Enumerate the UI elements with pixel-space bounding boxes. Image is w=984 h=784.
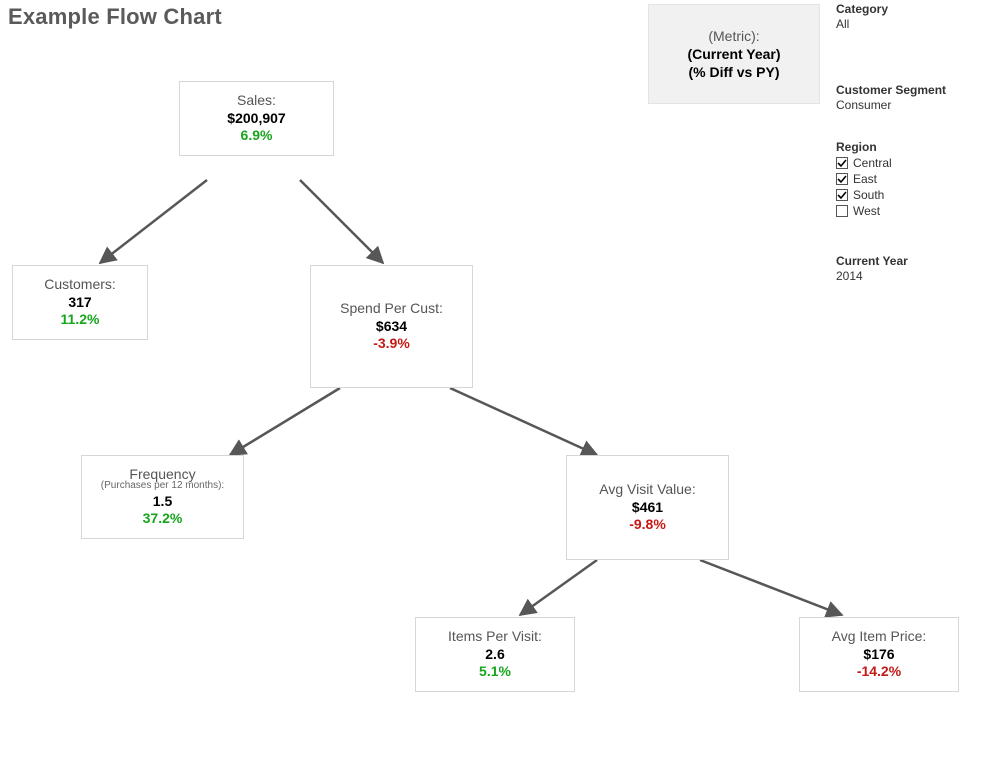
node-label: Items Per Visit: [424,628,566,644]
node-label: Sales: [188,92,325,108]
node-label: Spend Per Cust: [319,300,464,316]
checkbox-checked-icon[interactable] [836,157,848,169]
option-label: South [853,188,884,202]
region-option-central[interactable]: Central [836,156,976,170]
legend-line1: (Metric): [649,28,819,44]
filter-region: Region Central East South [836,140,976,218]
filter-value: All [836,17,976,31]
node-label: Customers: [21,276,139,292]
node-value: 2.6 [424,646,566,662]
node-value: $200,907 [188,110,325,126]
node-diff: -3.9% [319,335,464,351]
filter-title: Region [836,140,976,154]
legend-line2: (Current Year) [649,46,819,62]
page-title: Example Flow Chart [8,4,222,30]
region-option-south[interactable]: South [836,188,976,202]
region-option-west[interactable]: West [836,204,976,218]
node-label: Avg Visit Value: [575,481,720,497]
node-sublabel: (Purchases per 12 months): [90,480,235,491]
flowchart-canvas: Example Flow Chart Sales: $200,907 6.9% … [0,0,984,784]
filter-category[interactable]: Category All [836,2,976,31]
node-avg-item-price[interactable]: Avg Item Price: $176 -14.2% [799,617,959,692]
legend-line3: (% Diff vs PY) [649,64,819,80]
checkbox-checked-icon[interactable] [836,173,848,185]
node-items-per-visit[interactable]: Items Per Visit: 2.6 5.1% [415,617,575,692]
option-label: East [853,172,877,186]
filter-title: Current Year [836,254,976,268]
node-value: $176 [808,646,950,662]
node-sales[interactable]: Sales: $200,907 6.9% [179,81,334,156]
node-value: 317 [21,294,139,310]
node-frequency[interactable]: Frequency (Purchases per 12 months): 1.5… [81,455,244,539]
node-avg-visit-value[interactable]: Avg Visit Value: $461 -9.8% [566,455,729,560]
region-option-east[interactable]: East [836,172,976,186]
node-value: 1.5 [90,493,235,509]
node-value: $634 [319,318,464,334]
legend-box: (Metric): (Current Year) (% Diff vs PY) [648,4,820,104]
node-diff: -9.8% [575,516,720,532]
filters-panel: Category All Customer Segment Consumer R… [836,2,976,311]
filter-title: Category [836,2,976,16]
node-diff: 11.2% [21,311,139,327]
filter-customer-segment[interactable]: Customer Segment Consumer [836,83,976,112]
node-value: $461 [575,499,720,515]
node-customers[interactable]: Customers: 317 11.2% [12,265,148,340]
filter-title: Customer Segment [836,83,976,97]
checkbox-unchecked-icon[interactable] [836,205,848,217]
option-label: Central [853,156,892,170]
filter-value: Consumer [836,98,976,112]
filter-current-year[interactable]: Current Year 2014 [836,254,976,283]
node-spend-per-cust[interactable]: Spend Per Cust: $634 -3.9% [310,265,473,388]
filter-value: 2014 [836,269,976,283]
node-diff: -14.2% [808,663,950,679]
option-label: West [853,204,880,218]
node-diff: 5.1% [424,663,566,679]
node-label: Avg Item Price: [808,628,950,644]
checkbox-checked-icon[interactable] [836,189,848,201]
node-diff: 6.9% [188,127,325,143]
node-diff: 37.2% [90,510,235,526]
